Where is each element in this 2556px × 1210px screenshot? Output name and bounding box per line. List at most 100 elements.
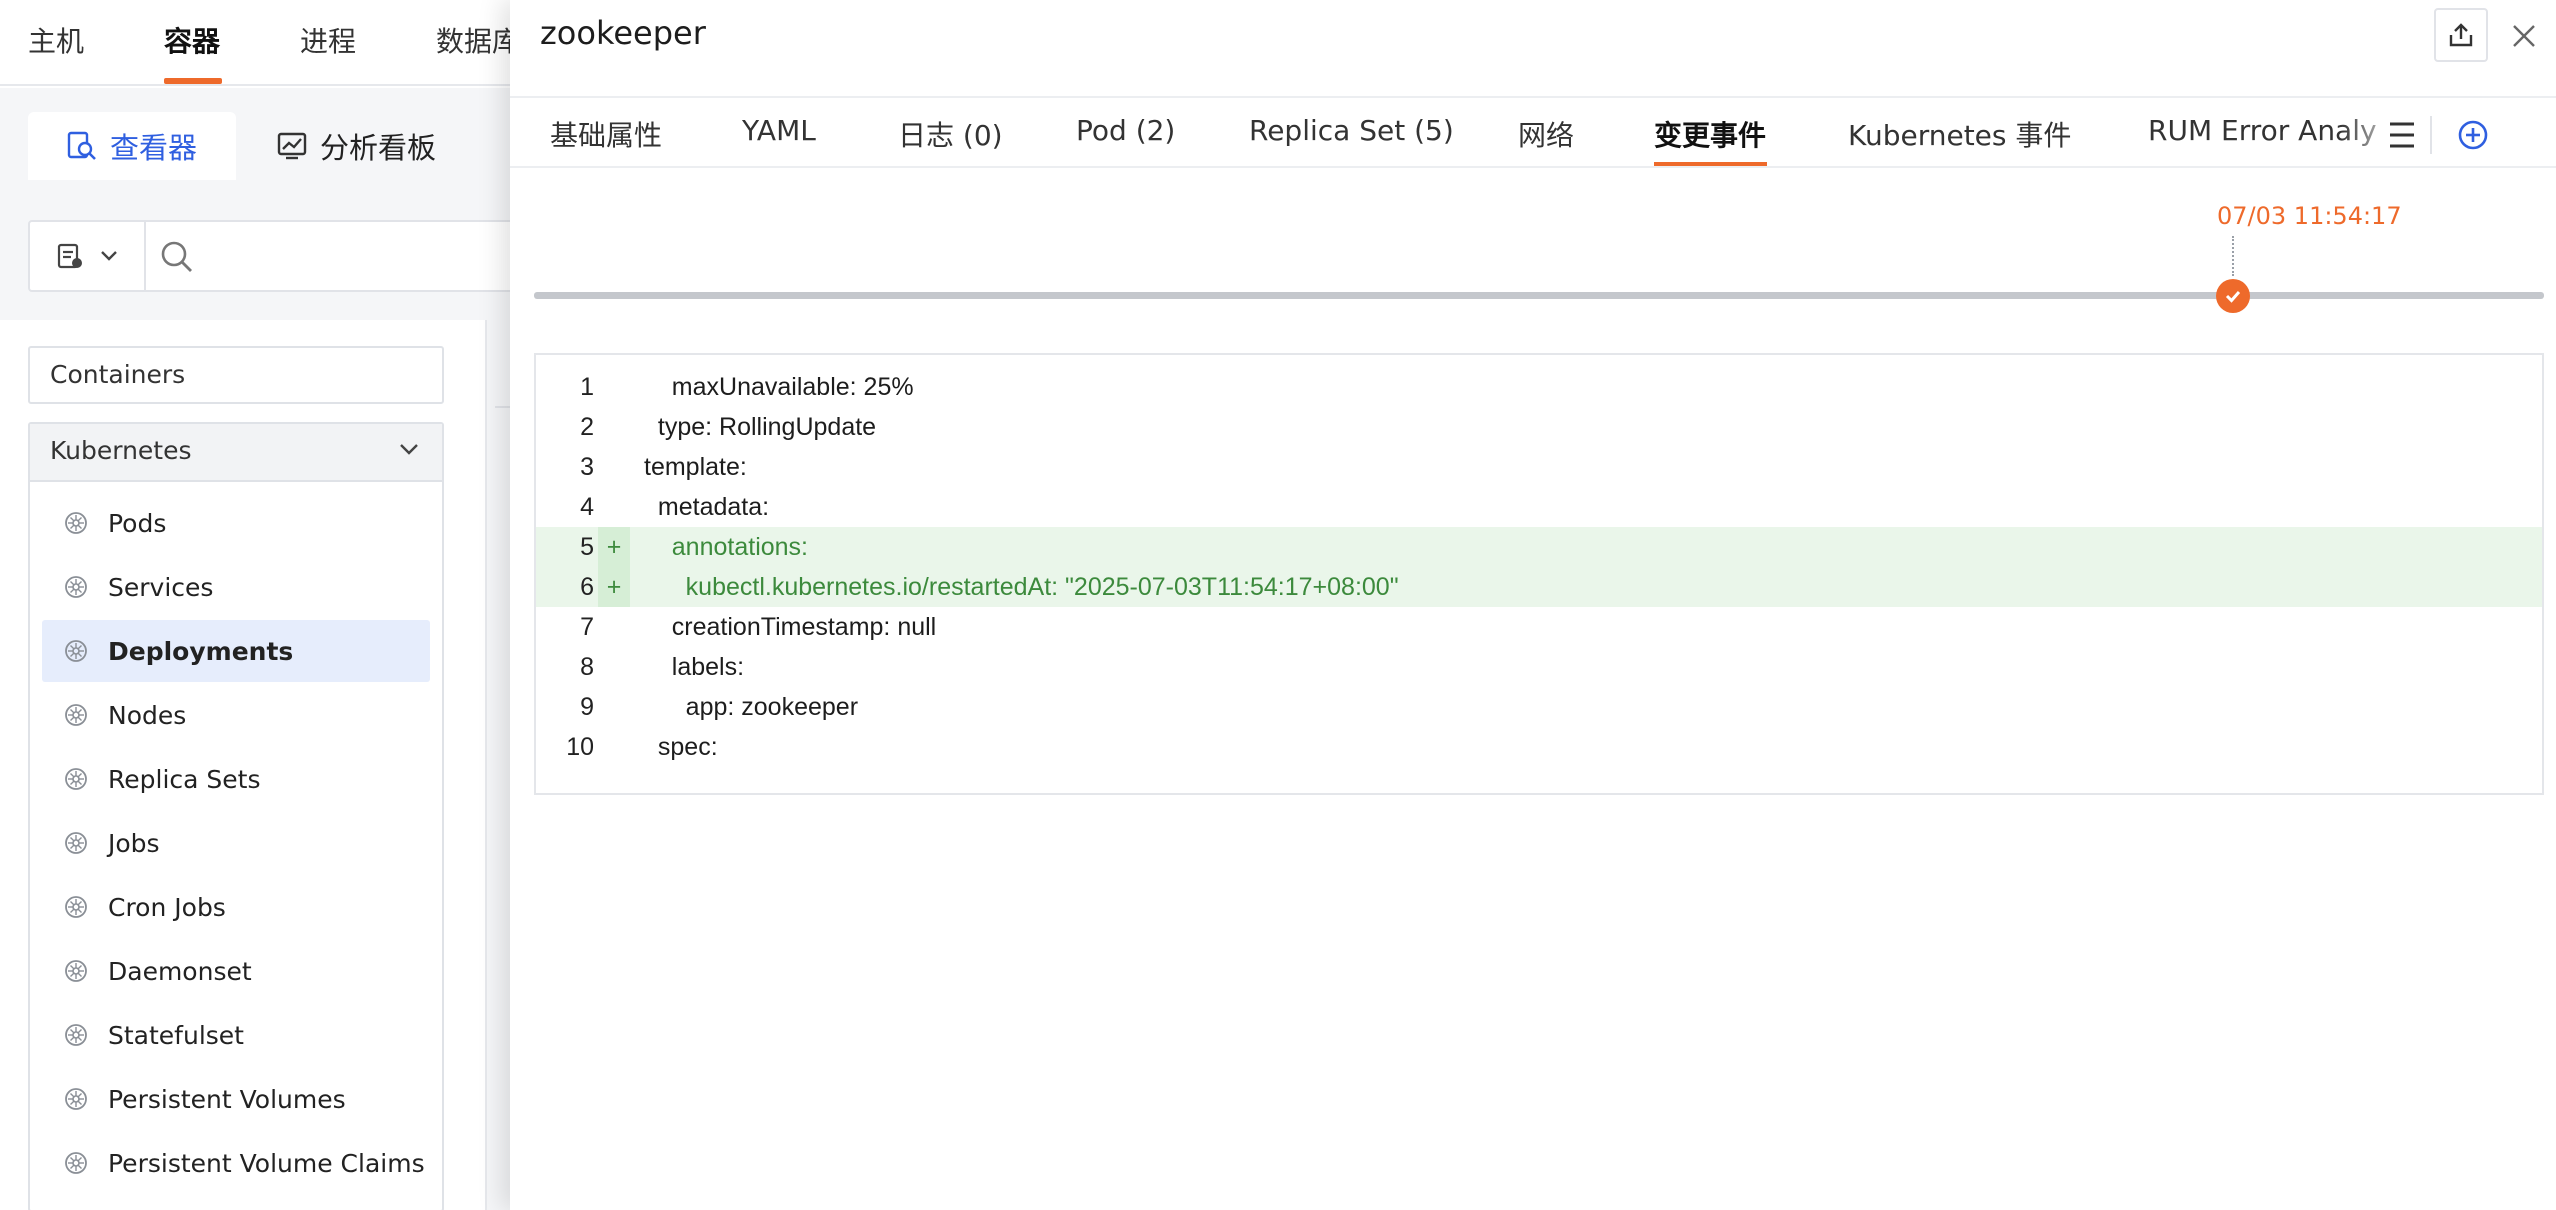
tab-pods[interactable]: Pod (2)	[1076, 114, 1175, 147]
line-number: 5	[580, 533, 594, 561]
tab-basic-properties[interactable]: 基础属性	[550, 114, 662, 154]
diff-marker	[598, 487, 630, 527]
code-text: kubectl.kubernetes.io/restartedAt: "2025…	[644, 573, 1399, 601]
menu-icon[interactable]	[2382, 118, 2422, 152]
drawer-tabs: 基础属性 YAML 日志 (0) Pod (2) Replica Set (5)…	[510, 96, 2556, 168]
sidebar-item-cron-jobs[interactable]: Cron Jobs	[42, 876, 430, 938]
chart-board-icon	[276, 130, 308, 162]
sidebar-item-nodes[interactable]: Nodes	[42, 684, 430, 746]
diff-marker: +	[598, 567, 630, 607]
tab-yaml[interactable]: YAML	[742, 114, 816, 147]
sidebar-item-label: Statefulset	[108, 1020, 244, 1050]
code-text: template:	[644, 453, 747, 481]
sidebar-item-label: Daemonset	[108, 956, 252, 986]
tab-logs[interactable]: 日志 (0)	[898, 114, 1003, 154]
diff-marker: +	[598, 527, 630, 567]
share-button[interactable]	[2434, 8, 2488, 62]
tab-replica-sets[interactable]: Replica Set (5)	[1249, 114, 1454, 147]
sidebar-item-deployments[interactable]: Deployments	[42, 620, 430, 682]
chevron-down-icon	[400, 444, 418, 455]
code-text: spec:	[644, 733, 718, 761]
diff-marker	[598, 607, 630, 647]
line-number: 3	[580, 453, 594, 481]
code-text: labels:	[644, 653, 745, 681]
diff-marker	[598, 687, 630, 727]
diff-line: 2 type: RollingUpdate	[536, 407, 2542, 447]
kubernetes-group-header[interactable]: Kubernetes	[30, 424, 442, 482]
sidebar-item-label: Persistent Volume Claims	[108, 1148, 425, 1178]
kubernetes-helm-icon	[64, 575, 108, 599]
code-text: annotations:	[644, 533, 809, 561]
code-text: creationTimestamp: null	[644, 613, 937, 641]
tab-viewer[interactable]: 查看器	[28, 112, 236, 180]
diff-marker	[598, 447, 630, 487]
diff-line: 4 metadata:	[536, 487, 2542, 527]
kubernetes-helm-icon	[64, 511, 108, 535]
tab-network[interactable]: 网络	[1518, 114, 1574, 154]
sidebar-item-label: Services	[108, 572, 214, 602]
sidebar-group-containers[interactable]: Containers	[28, 346, 444, 404]
diff-line: 3 template:	[536, 447, 2542, 487]
kubernetes-helm-icon	[64, 1087, 108, 1111]
magnifier-doc-icon	[66, 130, 98, 162]
detail-drawer: zookeeper 基础属性 YAML 日志 (0) Pod (2) Repli…	[510, 0, 2556, 1210]
diff-marker	[598, 647, 630, 687]
code-text: app: zookeeper	[644, 693, 859, 721]
sidebar-item-jobs[interactable]: Jobs	[42, 812, 430, 874]
sidebar-item-label: Persistent Volumes	[108, 1084, 346, 1114]
kubernetes-helm-icon	[64, 959, 108, 983]
tab-change-events[interactable]: 变更事件	[1654, 114, 1766, 154]
list-filter-icon	[57, 243, 82, 269]
nav-item-database[interactable]: 数据库	[436, 20, 520, 60]
diff-line-added: 6 + kubectl.kubernetes.io/restartedAt: "2…	[536, 567, 2542, 607]
tab-viewer-label: 查看器	[110, 131, 198, 165]
tab-kubernetes-events[interactable]: Kubernetes 事件	[1848, 114, 2071, 154]
nav-item-container[interactable]: 容器	[164, 20, 220, 60]
sidebar-item-label: Nodes	[108, 700, 187, 730]
filter-select[interactable]	[30, 222, 146, 290]
nav-item-host[interactable]: 主机	[28, 20, 84, 60]
check-icon	[2225, 291, 2241, 303]
sidebar-item-persistent-volume-claims[interactable]: Persistent Volume Claims	[42, 1132, 430, 1194]
sidebar-item-replica-sets[interactable]: Replica Sets	[42, 748, 430, 810]
diff-marker	[598, 727, 630, 767]
timeline-event-marker[interactable]	[2216, 279, 2250, 313]
search-icon[interactable]	[160, 240, 194, 274]
diff-line: 1 maxUnavailable: 25%	[536, 367, 2542, 407]
plus-circle-icon[interactable]	[2454, 116, 2492, 154]
close-button[interactable]	[2506, 18, 2542, 54]
sidebar-item-persistent-volumes[interactable]: Persistent Volumes	[42, 1068, 430, 1130]
kubernetes-helm-icon	[64, 639, 108, 663]
sidebar-item-label: Cron Jobs	[108, 892, 226, 922]
sidebar-item-label: Pods	[108, 508, 167, 538]
code-text: maxUnavailable: 25%	[644, 373, 914, 401]
line-number: 4	[580, 493, 594, 521]
diff-marker	[598, 407, 630, 447]
diff-line: 10 spec:	[536, 727, 2542, 767]
code-text: metadata:	[644, 493, 770, 521]
diff-line: 9 app: zookeeper	[536, 687, 2542, 727]
nav-item-process[interactable]: 进程	[300, 20, 356, 60]
line-number: 6	[580, 573, 594, 601]
sidebar-item-daemonset[interactable]: Daemonset	[42, 940, 430, 1002]
kubernetes-helm-icon	[64, 1151, 108, 1175]
resource-sidebar: Containers Kubernetes Pods Services Deploy…	[0, 320, 485, 1210]
kubernetes-group-label: Kubernetes	[50, 436, 192, 465]
drawer-title: zookeeper	[540, 14, 706, 52]
sidebar-item-services[interactable]: Services	[42, 556, 430, 618]
line-number: 9	[580, 693, 594, 721]
tab-dashboard-label: 分析看板	[320, 131, 437, 165]
diff-marker	[598, 367, 630, 407]
kubernetes-helm-icon	[64, 1023, 108, 1047]
sidebar-item-statefulset[interactable]: Statefulset	[42, 1004, 430, 1066]
line-number: 2	[580, 413, 594, 441]
sidebar-item-pods[interactable]: Pods	[42, 492, 430, 554]
tab-dashboard[interactable]: 分析看板	[276, 112, 476, 180]
kubernetes-helm-icon	[64, 831, 108, 855]
search-bar	[28, 220, 548, 292]
line-number: 8	[580, 653, 594, 681]
kubernetes-helm-icon	[64, 895, 108, 919]
line-number: 10	[566, 733, 594, 761]
line-number: 1	[580, 373, 594, 401]
diff-line: 8 labels:	[536, 647, 2542, 687]
